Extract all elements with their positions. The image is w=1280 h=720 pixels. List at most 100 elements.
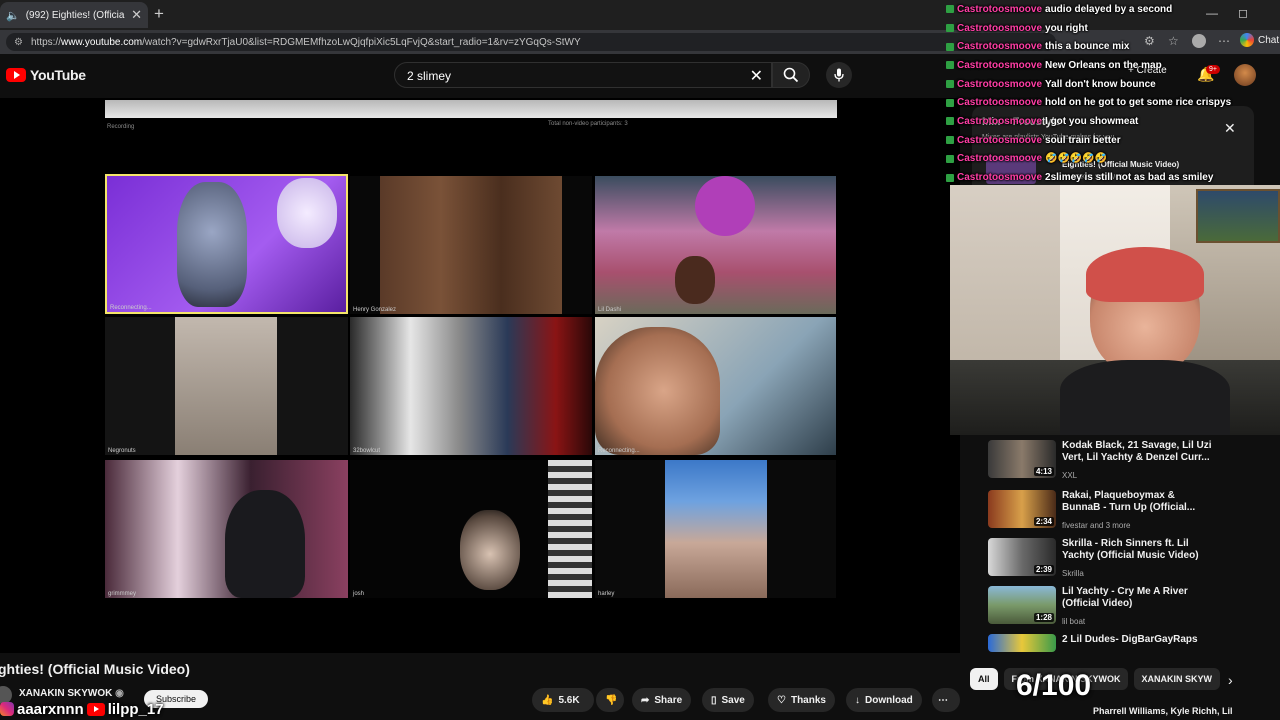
chat-message: Castrotoosmoove I got you showmeat (946, 112, 1266, 131)
chat-message: Castrotoosmoove soul train better (946, 131, 1266, 150)
search-button[interactable] (772, 62, 810, 88)
chip-all[interactable]: All (970, 668, 998, 690)
address-bar[interactable]: ⚙ https://www.youtube.com/watch?v=gdwRxr… (6, 33, 1056, 51)
participants-count-label: Total non-video participants: 3 (548, 121, 628, 127)
recommended-channel: Skrilla (1062, 569, 1084, 578)
video-thumbnail[interactable]: 4:13 (988, 440, 1056, 478)
participant-tile: Reconnecting... (595, 317, 836, 455)
youtube-wordmark: YouTube (30, 67, 86, 83)
save-button[interactable]: ▯ Save (702, 688, 754, 712)
participant-tile: grimmmey (105, 460, 348, 598)
chat-message: Castrotoosmoove New Orleans on the map (946, 56, 1266, 75)
new-tab-icon[interactable]: + (154, 4, 164, 24)
browser-tab[interactable]: 🔈 (992) Eighties! (Official Music ✕ (0, 2, 148, 28)
recommended-title[interactable]: Lil Yachty - Cry Me A River (Official Vi… (1062, 586, 1212, 610)
participant-name: harley (598, 591, 615, 597)
badge-icon (946, 154, 954, 163)
social-overlay: aaarxnnn lilpp_17 (0, 700, 164, 718)
verified-icon: ◉ (115, 688, 124, 699)
recommended-channel: fivestar and 3 more (1062, 521, 1131, 530)
recommended-video[interactable]: 4:13 Kodak Black, 21 Savage, Lil Uzi Ver… (988, 440, 1248, 486)
video-thumbnail[interactable]: 1:28 (988, 586, 1056, 624)
recommended-title[interactable]: 2 Lil Dudes- DigBarGayRaps (1062, 634, 1212, 646)
microphone-icon (834, 68, 844, 82)
chevron-right-icon[interactable]: › (1228, 672, 1233, 688)
recommended-channel: XXL (1062, 471, 1078, 480)
dislike-button[interactable]: 👎 (596, 688, 624, 712)
more-icon: ⋯ (938, 694, 948, 706)
participant-name: Negronuts (108, 448, 136, 454)
participant-name: Reconnecting... (110, 305, 152, 311)
screen: { "browser": { "tab_title": "(992) Eight… (0, 0, 1280, 720)
participant-name: 32bowlcut (353, 448, 381, 454)
streamer-webcam (950, 185, 1280, 435)
video-thumbnail[interactable]: 2:39 (988, 538, 1056, 576)
like-button[interactable]: 👍 5.6K (532, 688, 594, 712)
tab-title: (992) Eighties! (Official Music (25, 9, 126, 21)
close-tab-icon[interactable]: ✕ (131, 7, 142, 23)
participant-tile: josh (350, 460, 592, 598)
chat-message: Castrotoosmoove hold on he got to get som… (946, 93, 1266, 112)
participant-tile: 32bowlcut (350, 317, 592, 455)
thanks-icon: ♡ (777, 694, 786, 706)
chip-channel[interactable]: XANAKIN SKYW (1133, 668, 1220, 690)
zoom-toolbar (105, 100, 837, 118)
filter-chips: All From XANAKIN SKYWOK XANAKIN SKYW (970, 668, 1220, 690)
participant-tile: Negronuts (105, 317, 348, 455)
recommended-title[interactable]: Skrilla - Rich Sinners ft. Lil Yachty (O… (1062, 538, 1212, 562)
thanks-button[interactable]: ♡ Thanks (768, 688, 835, 712)
participant-tile: Lil Dashi (595, 176, 836, 314)
recommended-video[interactable]: 2:34 Rakai, Plaqueboymax & BunnaB - Turn… (988, 490, 1248, 536)
search-input[interactable]: 2 slimey ✕ (394, 62, 772, 88)
recommended-channel: lil boat (1062, 617, 1086, 626)
chat-message: Castrotoosmoove 2slimey is still not as b… (946, 168, 1266, 187)
instagram-handle: aaarxnnn (17, 700, 84, 718)
video-thumbnail[interactable] (988, 634, 1056, 652)
recommended-title[interactable]: Rakai, Plaqueboymax & BunnaB - Turn Up (… (1062, 490, 1212, 514)
stream-counter: 6/100 (1016, 669, 1092, 702)
share-button[interactable]: ➦ Share (632, 688, 692, 712)
badge-icon (946, 80, 954, 89)
recording-label: Recording (107, 124, 135, 130)
participant-name: josh (353, 591, 365, 597)
speaker-icon: 🔈 (6, 9, 20, 22)
youtube-logo[interactable]: YouTube (6, 67, 86, 83)
next-preview-title[interactable]: Pharrell Williams, Kyle Richh, Lil (1093, 706, 1232, 716)
participant-name: Henry Gonzalez (353, 307, 397, 313)
chat-message: Castrotoosmoove audio delayed by a second (946, 0, 1266, 19)
share-icon: ➦ (641, 694, 650, 706)
more-actions-button[interactable]: ⋯ (932, 688, 960, 712)
like-count: 5.6K (558, 694, 580, 706)
clear-search-icon[interactable]: ✕ (750, 66, 763, 86)
search-query: 2 slimey (407, 69, 452, 83)
chat-message: Castrotoosmoove Yall don't know bounce (946, 75, 1266, 94)
voice-search-button[interactable] (826, 62, 852, 88)
badge-icon (946, 136, 954, 145)
video-duration: 2:39 (1033, 565, 1054, 574)
participant-tile: Reconnecting... (105, 174, 348, 314)
youtube-icon (86, 702, 105, 716)
recommended-video[interactable]: 2 Lil Dudes- DigBarGayRaps (988, 634, 1248, 652)
chat-message: Castrotoosmoove 🤣🤣🤣🤣🤣 (946, 150, 1266, 169)
recommended-video[interactable]: 1:28 Lil Yachty - Cry Me A River (Offici… (988, 586, 1248, 632)
channel-name[interactable]: XANAKIN SKYWOK ◉ (19, 688, 124, 699)
recommended-video[interactable]: 2:39 Skrilla - Rich Sinners ft. Lil Yach… (988, 538, 1248, 584)
video-thumbnail[interactable]: 2:34 (988, 490, 1056, 528)
chat-message: Castrotoosmoove this a bounce mix (946, 37, 1266, 56)
video-title: ghties! (Official Music Video) (0, 661, 190, 677)
download-icon: ↓ (855, 694, 860, 706)
video-duration: 4:13 (1033, 467, 1054, 476)
site-info-icon[interactable]: ⚙ (14, 37, 23, 48)
chat-message: Castrotoosmoove you right (946, 19, 1266, 38)
video-duration: 2:34 (1033, 517, 1054, 526)
badge-icon (946, 117, 954, 126)
badge-icon (946, 24, 954, 33)
participant-name: grimmmey (108, 591, 136, 597)
bookmark-icon: ▯ (711, 694, 717, 706)
thumbs-up-icon: 👍 (541, 694, 554, 706)
download-button[interactable]: ↓ Download (846, 688, 922, 712)
recommended-title[interactable]: Kodak Black, 21 Savage, Lil Uzi Vert, Li… (1062, 440, 1212, 464)
badge-icon (946, 173, 954, 182)
search-icon (783, 67, 799, 83)
video-duration: 1:28 (1033, 613, 1054, 622)
